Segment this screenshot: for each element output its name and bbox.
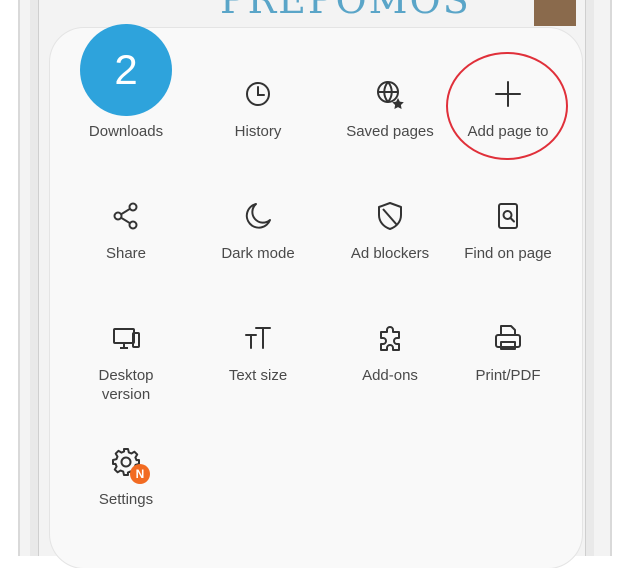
menu-item-label: Share [105,245,147,262]
globe-star-icon [324,76,456,112]
menu-item-label: Print/PDF [475,367,541,384]
puzzle-icon [324,320,456,356]
settings-notification-badge: N [130,464,150,484]
menu-item-desktop-version[interactable]: Desktop version [60,320,192,404]
menu-item-history[interactable]: History [192,76,324,141]
menu-item-label: Find on page [464,245,552,262]
menu-item-settings[interactable]: Settings [60,444,192,509]
menu-item-label: Desktop version [98,367,154,403]
background-photo [534,0,576,26]
menu-item-label: Add page to [467,123,549,140]
monitor-icon [60,320,192,356]
menu-item-find-on-page[interactable]: Find on page [442,198,574,263]
menu-item-text-size[interactable]: Text size [192,320,324,385]
menu-item-label: Settings [98,491,154,508]
menu-item-add-page-to[interactable]: Add page to [442,76,574,141]
background-divider-left [30,0,39,556]
menu-item-label: History [234,123,282,140]
find-in-page-icon [442,198,574,234]
menu-item-label: Saved pages [346,123,434,140]
clock-icon [192,76,324,112]
menu-item-label: Ad blockers [350,245,430,262]
step-number-badge: 2 [80,24,172,116]
menu-item-dark-mode[interactable]: Dark mode [192,198,324,263]
menu-item-label: Dark mode [221,245,295,262]
gear-icon [60,444,192,480]
menu-item-add-ons[interactable]: Add-ons [324,320,456,385]
moon-icon [192,198,324,234]
text-size-icon [192,320,324,356]
menu-item-label: Text size [228,367,288,384]
menu-item-print-pdf[interactable]: Print/PDF [442,320,574,385]
background-divider-right [585,0,594,556]
browser-menu-panel: Downloads History Saved pages Add page t… [50,24,582,568]
share-icon [60,198,192,234]
menu-item-saved-pages[interactable]: Saved pages [324,76,456,141]
background-page-title: PREPOMOS [220,0,471,22]
menu-item-ad-blockers[interactable]: Ad blockers [324,198,456,263]
plus-icon [442,76,574,112]
shield-icon [324,198,456,234]
menu-item-label: Downloads [88,123,164,140]
printer-icon [442,320,574,356]
menu-item-label: Add-ons [362,367,418,384]
menu-item-share[interactable]: Share [60,198,192,263]
